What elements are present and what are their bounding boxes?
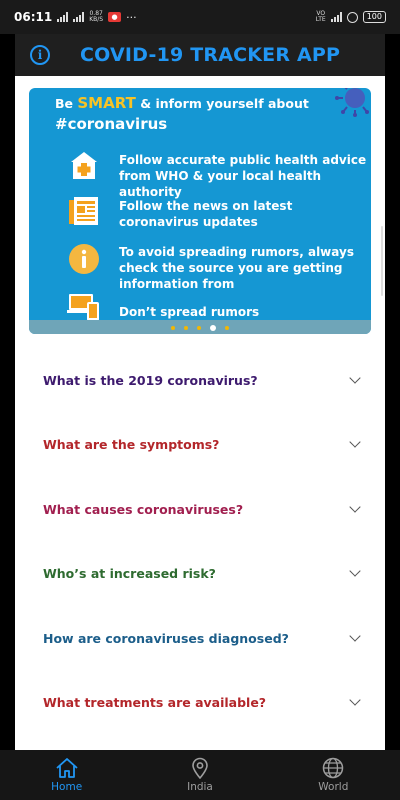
newspaper-icon [69, 197, 98, 225]
app-bar: i COVID-19 TRACKER APP [15, 34, 385, 76]
faq-item-diagnosed[interactable]: How are coronaviruses diagnosed? [15, 606, 385, 671]
faq-question: What is the 2019 coronavirus? [43, 372, 258, 388]
faq-item-treatments[interactable]: What treatments are available? [15, 671, 385, 736]
faq-item-causes[interactable]: What causes coronaviruses? [15, 477, 385, 542]
scrollbar[interactable] [381, 226, 383, 296]
carousel-dot[interactable] [184, 326, 188, 330]
battery-indicator: 100 [362, 11, 386, 23]
status-bar: 06:11 0.87 KB/S ● ··· VO LTE 100 [0, 0, 400, 34]
faq-question: Who’s at increased risk? [43, 566, 216, 582]
carousel-dot[interactable] [225, 326, 229, 330]
carousel-dot[interactable] [171, 326, 175, 330]
faq-item-risk[interactable]: Who’s at increased risk? [15, 542, 385, 607]
tip-text: Follow the news on latest coronavirus up… [119, 199, 293, 229]
status-time: 06:11 [14, 10, 53, 24]
more-notifications-icon: ··· [126, 10, 137, 24]
chevron-down-icon[interactable] [349, 436, 361, 448]
chevron-down-icon[interactable] [349, 565, 361, 577]
location-pin-icon [192, 757, 208, 779]
carousel-dot-active[interactable] [210, 325, 216, 331]
home-icon [56, 758, 78, 778]
carousel-dots[interactable] [29, 325, 371, 331]
chevron-down-icon[interactable] [349, 372, 361, 384]
app-title: COVID-19 TRACKER APP [80, 44, 341, 66]
info-banner-carousel[interactable]: Be SMART & inform yourself about #corona… [29, 88, 371, 334]
carousel-dot[interactable] [197, 326, 201, 330]
screen-record-icon: ● [108, 12, 122, 22]
virus-icon [335, 88, 369, 117]
faq-question: What are the symptoms? [43, 437, 220, 453]
faq-question: How are coronaviruses diagnosed? [43, 630, 289, 646]
volte-indicator: VO LTE [315, 10, 326, 23]
carousel-indicator-bar [29, 320, 371, 334]
faq-question: What causes coronaviruses? [43, 501, 244, 517]
nav-label: India [187, 781, 213, 793]
nav-label: World [318, 781, 349, 793]
bottom-navigation: Home India World [0, 750, 400, 800]
chevron-down-icon[interactable] [349, 694, 361, 706]
tip-text: To avoid spreading rumors, always check … [119, 245, 354, 291]
nav-india[interactable]: India [133, 750, 266, 800]
faq-item-symptoms[interactable]: What are the symptoms? [15, 413, 385, 478]
banner-heading: Be SMART & inform yourself about [55, 94, 309, 112]
devices-icon [67, 294, 99, 321]
network-speed: 0.87 KB/S [89, 10, 104, 23]
smart-word: SMART [77, 94, 136, 112]
signal-icon [57, 12, 69, 22]
info-circle-icon [69, 244, 99, 274]
signal-icon [73, 12, 85, 22]
globe-icon [323, 757, 344, 779]
signal-icon [330, 12, 342, 22]
banner-hashtag: #coronavirus [55, 115, 168, 133]
tip-text: Don’t spread rumors [119, 305, 260, 319]
nav-label: Home [51, 781, 83, 793]
tip-text: Follow accurate public health advice fro… [119, 153, 367, 199]
faq-item-what-is[interactable]: What is the 2019 coronavirus? [15, 348, 385, 413]
hospital-icon [71, 152, 97, 179]
alarm-icon [346, 11, 358, 23]
nav-world[interactable]: World [267, 750, 400, 800]
faq-list: What is the 2019 coronavirus? What are t… [15, 348, 385, 735]
main-content: Be SMART & inform yourself about #corona… [15, 76, 385, 750]
info-icon[interactable]: i [30, 45, 50, 65]
chevron-down-icon[interactable] [349, 501, 361, 513]
nav-home[interactable]: Home [0, 750, 133, 800]
chevron-down-icon[interactable] [349, 630, 361, 642]
faq-question: What treatments are available? [43, 695, 267, 711]
